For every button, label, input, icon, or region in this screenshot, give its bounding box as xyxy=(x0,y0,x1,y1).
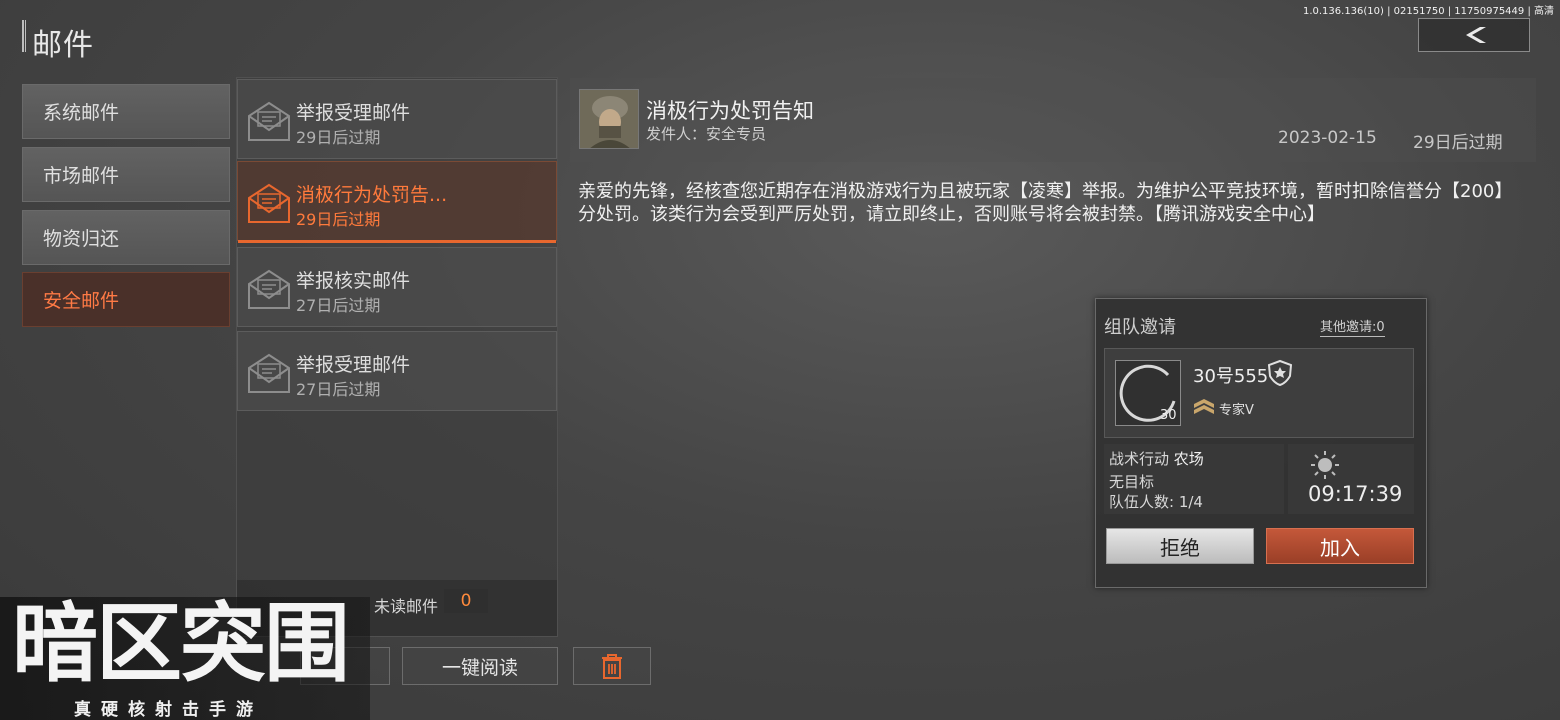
other-invites-link[interactable]: 其他邀请:0 xyxy=(1320,316,1385,337)
category-security-mail[interactable]: 安全邮件 xyxy=(22,272,230,327)
mail-expiry: 27日后过期 xyxy=(296,380,381,399)
mail-item[interactable]: 消极行为处罚告... 29日后过期 xyxy=(237,161,557,243)
mail-item[interactable]: 举报核实邮件 27日后过期 xyxy=(237,247,557,327)
mail-date: 2023-02-15 xyxy=(1278,128,1377,148)
unread-label: 未读邮件 xyxy=(374,597,439,616)
player-name: 30号555 xyxy=(1193,366,1269,387)
mail-expiry: 29日后过期 xyxy=(296,128,381,147)
back-button[interactable] xyxy=(1418,18,1530,52)
category-label: 市场邮件 xyxy=(43,165,120,187)
category-market-mail[interactable]: 市场邮件 xyxy=(22,147,230,202)
read-all-label: 一键阅读 xyxy=(441,656,518,679)
category-system-mail[interactable]: 系统邮件 xyxy=(22,84,230,139)
category-label: 安全邮件 xyxy=(43,290,120,312)
back-arrow-icon xyxy=(1466,27,1486,43)
game-slogan: 真硬核射击手游 xyxy=(74,700,263,720)
team-size: 队伍人数: 1/4 xyxy=(1109,493,1203,511)
mail-subject: 举报核实邮件 xyxy=(296,270,411,292)
mail-expiry: 27日后过期 xyxy=(296,296,381,315)
player-level: 30 xyxy=(1160,408,1177,423)
envelope-icon xyxy=(248,353,290,393)
join-button[interactable]: 加入 xyxy=(1266,528,1414,564)
mail-title: 消极行为处罚告知 xyxy=(646,99,814,123)
mail-subject: 举报受理邮件 xyxy=(296,354,411,376)
sun-icon xyxy=(1311,451,1339,479)
mail-expire: 29日后过期 xyxy=(1413,133,1503,153)
delete-button[interactable] xyxy=(573,647,651,685)
read-all-button[interactable]: 一键阅读 xyxy=(402,647,558,685)
player-rank: 专家V xyxy=(1219,403,1254,418)
version-info: 1.0.136.136(10) | 02151750 | 11750975449… xyxy=(1302,6,1554,17)
rank-insignia-icon xyxy=(1194,399,1214,414)
mail-expiry: 29日后过期 xyxy=(296,210,381,229)
category-label: 物资归还 xyxy=(43,228,120,250)
mode-map: 农场 xyxy=(1173,450,1204,468)
game-mode: 战术行动 农场 xyxy=(1109,448,1204,469)
category-label: 系统邮件 xyxy=(43,102,120,124)
mail-body: 亲爱的先锋，经核查您近期存在消极游戏行为且被玩家【凌寒】举报。为维护公平竞技环境… xyxy=(578,181,1513,225)
mail-subject: 举报受理邮件 xyxy=(296,102,411,124)
envelope-icon xyxy=(248,101,290,141)
game-time: 09:17:39 xyxy=(1308,482,1403,506)
game-logo: 暗区突围 xyxy=(12,594,350,694)
page-title: 邮件 xyxy=(32,28,94,63)
sender-avatar xyxy=(579,89,639,149)
category-supply-return[interactable]: 物资归还 xyxy=(22,210,230,265)
team-target: 无目标 xyxy=(1109,473,1155,491)
mail-item[interactable]: 举报受理邮件 27日后过期 xyxy=(237,331,557,411)
mail-sender: 发件人：安全专员 xyxy=(646,125,767,143)
mail-item[interactable]: 举报受理邮件 29日后过期 xyxy=(237,79,557,159)
envelope-icon xyxy=(248,183,290,223)
mode-label: 战术行动 xyxy=(1109,450,1170,468)
mail-subject: 消极行为处罚告... xyxy=(296,184,448,206)
envelope-icon xyxy=(248,269,290,309)
reject-button[interactable]: 拒绝 xyxy=(1106,528,1254,564)
unread-count: 0 xyxy=(444,589,488,613)
shield-star-icon xyxy=(1267,359,1293,387)
title-marker xyxy=(22,20,26,52)
trash-icon xyxy=(602,654,622,679)
invite-title: 组队邀请 xyxy=(1104,317,1176,338)
